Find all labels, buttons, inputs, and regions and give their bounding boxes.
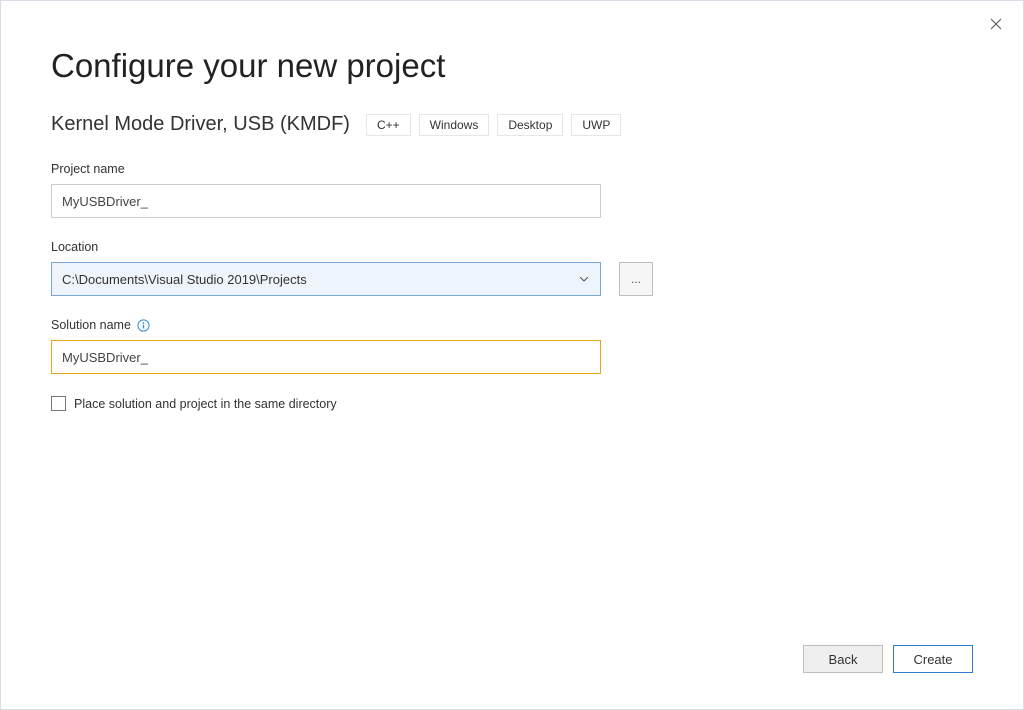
tag-cpp: C++ (366, 114, 411, 136)
info-icon[interactable] (137, 319, 150, 332)
browse-button[interactable]: ... (619, 262, 653, 296)
tag-windows: Windows (419, 114, 490, 136)
template-name: Kernel Mode Driver, USB (KMDF) (51, 113, 350, 136)
project-name-label: Project name (51, 162, 973, 176)
tag-desktop: Desktop (497, 114, 563, 136)
create-button[interactable]: Create (893, 645, 973, 673)
page-title: Configure your new project (51, 47, 973, 85)
location-label: Location (51, 240, 973, 254)
chevron-down-icon (576, 271, 592, 287)
solution-name-input[interactable] (51, 340, 601, 374)
project-name-input[interactable] (51, 184, 601, 218)
location-dropdown[interactable]: C:\Documents\Visual Studio 2019\Projects (51, 262, 601, 296)
same-directory-checkbox[interactable] (51, 396, 66, 411)
back-button[interactable]: Back (803, 645, 883, 673)
solution-name-label: Solution name (51, 318, 131, 332)
template-tags: C++ Windows Desktop UWP (366, 114, 621, 136)
close-icon (990, 18, 1002, 30)
close-button[interactable] (983, 11, 1009, 37)
location-value: C:\Documents\Visual Studio 2019\Projects (62, 272, 307, 287)
same-directory-label[interactable]: Place solution and project in the same d… (74, 397, 337, 411)
tag-uwp: UWP (571, 114, 621, 136)
